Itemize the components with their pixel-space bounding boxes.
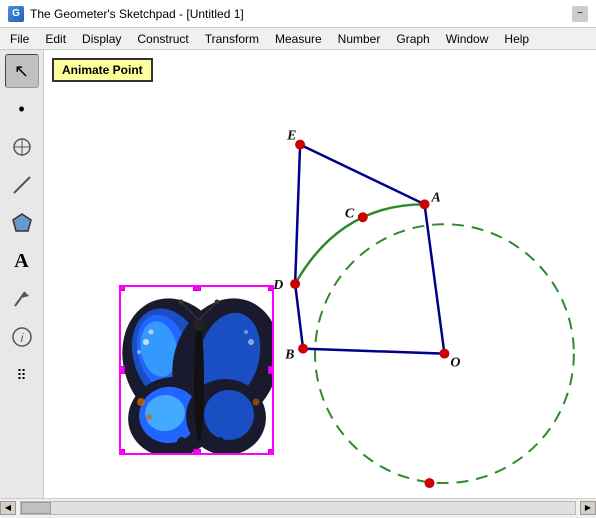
point-A [420, 199, 430, 209]
scroll-track[interactable] [20, 501, 576, 515]
line-tool[interactable] [5, 168, 39, 202]
scroll-left-button[interactable]: ◀ [0, 501, 16, 515]
menu-number[interactable]: Number [330, 28, 389, 49]
main-layout: ↖ • A i [0, 50, 596, 498]
menu-bar: File Edit Display Construct Transform Me… [0, 28, 596, 50]
toolbar: ↖ • A i [0, 50, 44, 498]
geometry-canvas: E A C D B O [44, 50, 596, 498]
label-D: D [272, 278, 283, 293]
label-A: A [431, 190, 441, 205]
menu-edit[interactable]: Edit [37, 28, 74, 49]
text-tool[interactable]: A [5, 244, 39, 278]
custom-tool[interactable] [5, 282, 39, 316]
hand-tool[interactable]: ⠿ [5, 358, 39, 392]
title-bar: G The Geometer's Sketchpad - [Untitled 1… [0, 0, 596, 28]
title-bar-text: The Geometer's Sketchpad - [Untitled 1] [30, 7, 244, 21]
label-B: B [284, 348, 294, 363]
animate-point-button[interactable]: Animate Point [52, 58, 153, 82]
point-D [290, 279, 300, 289]
polygon-tool[interactable] [5, 206, 39, 240]
info-tool[interactable]: i [5, 320, 39, 354]
point-tool[interactable]: • [5, 92, 39, 126]
menu-graph[interactable]: Graph [388, 28, 437, 49]
title-bar-left: G The Geometer's Sketchpad - [Untitled 1… [8, 6, 244, 22]
menu-transform[interactable]: Transform [197, 28, 267, 49]
menu-measure[interactable]: Measure [267, 28, 330, 49]
title-bar-controls[interactable]: − [572, 6, 588, 22]
menu-window[interactable]: Window [438, 28, 497, 49]
label-E: E [286, 129, 296, 144]
point-E [295, 140, 305, 150]
canvas-area[interactable]: Animate Point [44, 50, 596, 498]
minimize-button[interactable]: − [572, 6, 588, 22]
menu-construct[interactable]: Construct [129, 28, 196, 49]
menu-file[interactable]: File [2, 28, 37, 49]
label-C: C [345, 206, 355, 221]
app-icon: G [8, 6, 24, 22]
scroll-thumb[interactable] [21, 502, 51, 514]
svg-text:i: i [20, 331, 23, 345]
point-O [439, 349, 449, 359]
label-O: O [450, 356, 460, 371]
scroll-right-button[interactable]: ▶ [580, 501, 596, 515]
menu-display[interactable]: Display [74, 28, 129, 49]
point-C [358, 212, 368, 222]
menu-help[interactable]: Help [496, 28, 537, 49]
point-B [298, 344, 308, 354]
point-bottom [425, 478, 435, 488]
select-tool[interactable]: ↖ [5, 54, 39, 88]
horizontal-scrollbar[interactable]: ◀ ▶ [0, 498, 596, 516]
compass-tool[interactable] [5, 130, 39, 164]
